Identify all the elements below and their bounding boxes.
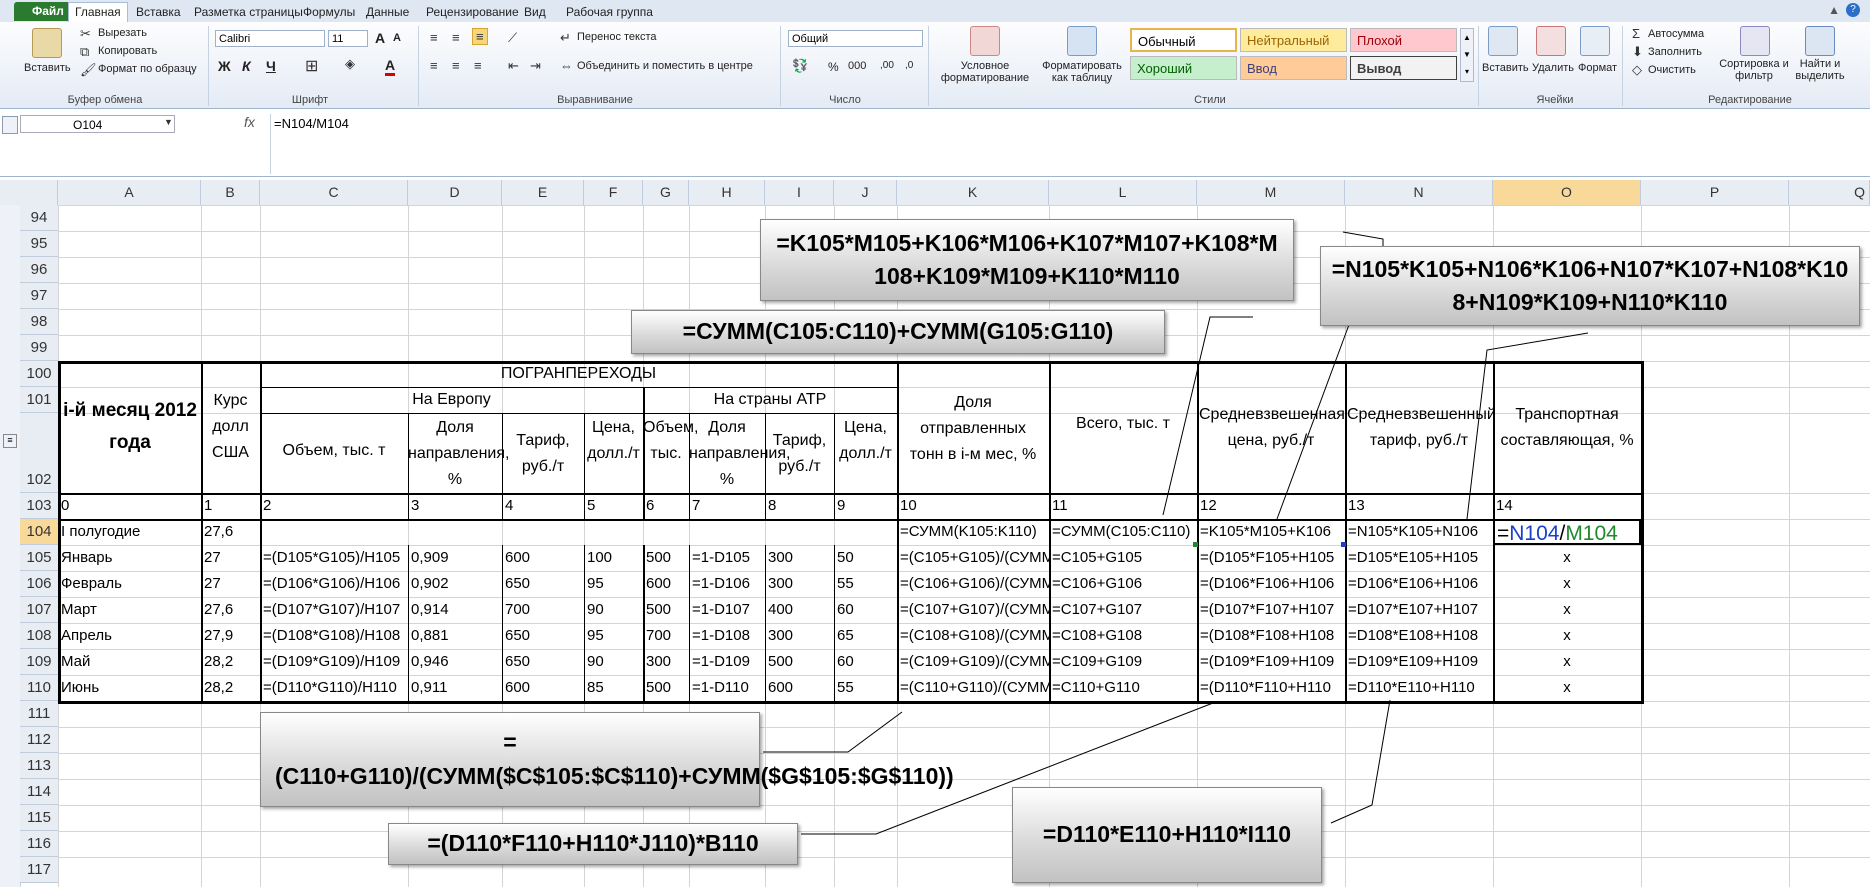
connector-line (1466, 332, 1589, 520)
callout-k110-text: =(C110+G110)/(СУММ($C$105:$C$110)+СУММ($… (275, 729, 954, 789)
range-handle (1341, 542, 1346, 547)
callout-m104-text: =K105*M105+K106*M106+K107*M107+K108*M108… (776, 229, 1278, 289)
callout-m104: =K105*M105+K106*M106+K107*M107+K108*M108… (760, 219, 1294, 301)
connector-line (1162, 316, 1253, 516)
connector-line (1330, 699, 1391, 824)
callout-n104: =N105*K105+N106*K106+N107*K107+N108*K108… (1320, 246, 1860, 326)
callout-n110-text: =D110*E110+H110*I110 (1042, 821, 1292, 848)
callout-m110-text: =(D110*F110+H110*J110)*B110 (427, 830, 759, 857)
callout-n110: =D110*E110+H110*I110 (1012, 787, 1322, 883)
connector-line (1276, 321, 1351, 520)
callout-n104-text: =N105*K105+N106*K106+N107*K107+N108*K108… (1331, 255, 1849, 315)
callout-l104-text: =СУММ(C105:C110)+СУММ(G105:G110) (682, 318, 1114, 345)
callout-m110: =(D110*F110+H110*J110)*B110 (388, 823, 798, 865)
range-handle (1193, 542, 1198, 547)
callout-k110: =(C110+G110)/(СУММ($C$105:$C$110)+СУММ($… (260, 712, 954, 807)
callout-l104: =СУММ(C105:C110)+СУММ(G105:G110) (631, 310, 1165, 354)
connector-line (763, 711, 903, 753)
